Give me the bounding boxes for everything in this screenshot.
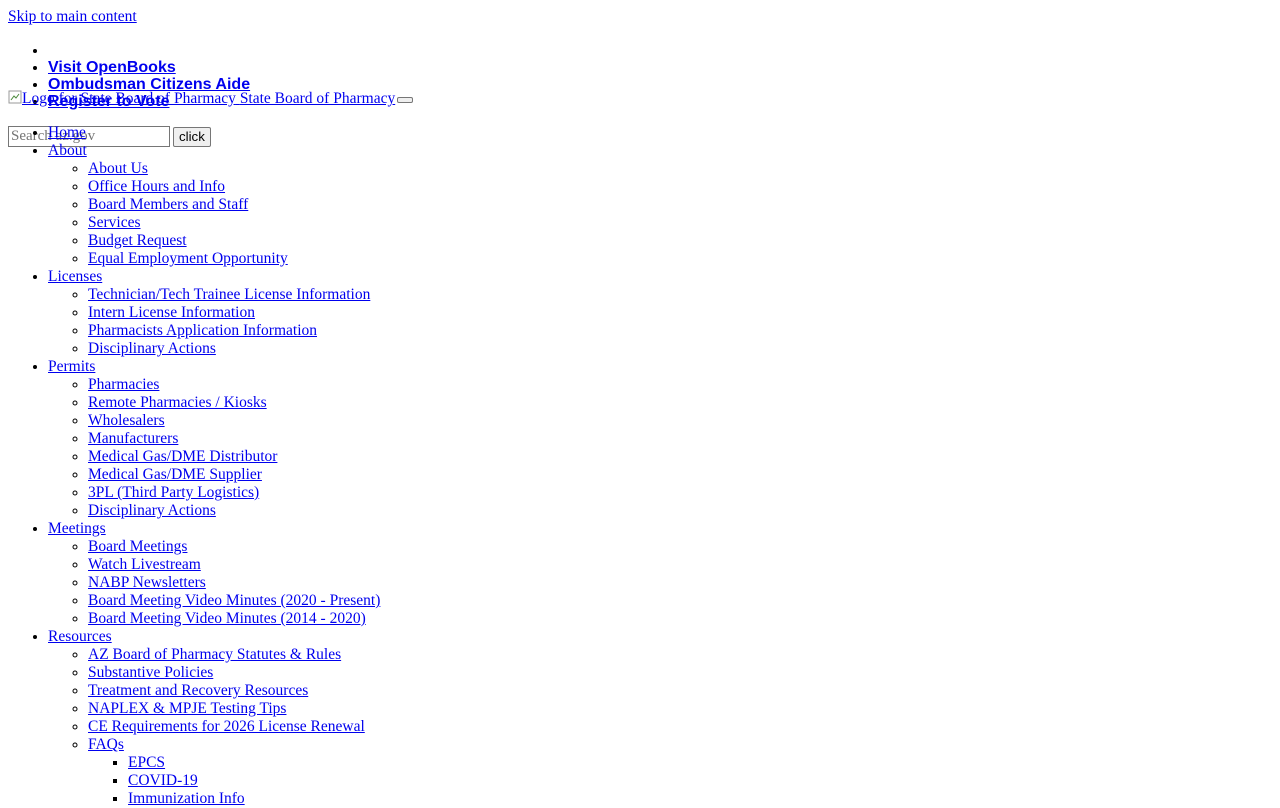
top-link-item: Visit OpenBooks <box>48 59 250 76</box>
submenu-item: AZ Board of Pharmacy Statutes & Rules <box>88 646 380 664</box>
submenu-item: Immunization Info <box>128 790 380 808</box>
site-header: Logo for State Board of Pharmacy State B… <box>8 90 414 108</box>
nav-item-resources: Resources AZ Board of Pharmacy Statutes … <box>48 628 380 808</box>
submenu-item: Services <box>88 214 380 232</box>
nav-link-treatment-recovery[interactable]: Treatment and Recovery Resources <box>88 682 308 699</box>
nav-item-permits: Permits Pharmacies Remote Pharmacies / K… <box>48 358 380 520</box>
nav-link-board-meetings[interactable]: Board Meetings <box>88 538 187 555</box>
nav-link-medgas-supplier[interactable]: Medical Gas/DME Supplier <box>88 466 262 483</box>
submenu-item: Pharmacists Application Information <box>88 322 380 340</box>
submenu-item: Disciplinary Actions <box>88 340 380 358</box>
meetings-submenu: Board Meetings Watch Livestream NABP New… <box>48 538 380 628</box>
nav-link-statutes-rules[interactable]: AZ Board of Pharmacy Statutes & Rules <box>88 646 341 663</box>
nav-item-licenses: Licenses Technician/Tech Trainee License… <box>48 268 380 358</box>
submenu-item: Substantive Policies <box>88 664 380 682</box>
nav-link-pharmacists-application[interactable]: Pharmacists Application Information <box>88 322 317 339</box>
nav-link-board-members[interactable]: Board Members and Staff <box>88 196 248 213</box>
submenu-item: Board Meeting Video Minutes (2020 - Pres… <box>88 592 380 610</box>
nav-link-permits-disciplinary[interactable]: Disciplinary Actions <box>88 502 216 519</box>
submenu-item: COVID-19 <box>128 772 380 790</box>
nav-link-manufacturers[interactable]: Manufacturers <box>88 430 178 447</box>
nav-link-ce-requirements[interactable]: CE Requirements for 2026 License Renewal <box>88 718 365 735</box>
submenu-item: Equal Employment Opportunity <box>88 250 380 268</box>
submenu-item: Intern License Information <box>88 304 380 322</box>
top-links-empty-item <box>48 42 250 59</box>
nav-item-meetings: Meetings Board Meetings Watch Livestream… <box>48 520 380 628</box>
submenu-item: FAQs EPCS COVID-19 Immunization Info <box>88 736 380 808</box>
nav-link-nabp-newsletters[interactable]: NABP Newsletters <box>88 574 206 591</box>
nav-link-licenses[interactable]: Licenses <box>48 268 102 285</box>
submenu-item: NAPLEX & MPJE Testing Tips <box>88 700 380 718</box>
nav-link-services[interactable]: Services <box>88 214 141 231</box>
nav-link-substantive-policies[interactable]: Substantive Policies <box>88 664 213 681</box>
nav-link-pharmacies[interactable]: Pharmacies <box>88 376 159 393</box>
permits-submenu: Pharmacies Remote Pharmacies / Kiosks Wh… <box>48 376 380 520</box>
licenses-submenu: Technician/Tech Trainee License Informat… <box>48 286 380 358</box>
nav-link-office-hours[interactable]: Office Hours and Info <box>88 178 225 195</box>
nav-link-3pl[interactable]: 3PL (Third Party Logistics) <box>88 484 259 501</box>
nav-link-home[interactable]: Home <box>48 124 86 141</box>
menu-toggle-button[interactable] <box>397 97 414 103</box>
skip-to-main-content-link[interactable]: Skip to main content <box>8 8 137 26</box>
main-nav: Home About About Us Office Hours and Inf… <box>48 124 380 808</box>
nav-link-licenses-disciplinary[interactable]: Disciplinary Actions <box>88 340 216 357</box>
submenu-item: Treatment and Recovery Resources <box>88 682 380 700</box>
nav-link-covid-19[interactable]: COVID-19 <box>128 772 198 789</box>
submenu-item: Remote Pharmacies / Kiosks <box>88 394 380 412</box>
submenu-item: Technician/Tech Trainee License Informat… <box>88 286 380 304</box>
site-name: State Board of Pharmacy <box>239 90 396 107</box>
submenu-item: Disciplinary Actions <box>88 502 380 520</box>
submenu-item: Board Meetings <box>88 538 380 556</box>
nav-link-permits[interactable]: Permits <box>48 358 95 375</box>
nav-link-about-us[interactable]: About Us <box>88 160 148 177</box>
about-submenu: About Us Office Hours and Info Board Mem… <box>48 160 380 268</box>
submenu-item: Medical Gas/DME Supplier <box>88 466 380 484</box>
submenu-item: 3PL (Third Party Logistics) <box>88 484 380 502</box>
nav-link-medgas-distributor[interactable]: Medical Gas/DME Distributor <box>88 448 277 465</box>
submenu-item: Medical Gas/DME Distributor <box>88 448 380 466</box>
nav-link-meetings[interactable]: Meetings <box>48 520 106 537</box>
submenu-item: Pharmacies <box>88 376 380 394</box>
nav-link-budget-request[interactable]: Budget Request <box>88 232 187 249</box>
broken-image-icon <box>8 90 22 104</box>
resources-submenu: AZ Board of Pharmacy Statutes & Rules Su… <box>48 646 380 808</box>
nav-link-naplex-mpje[interactable]: NAPLEX & MPJE Testing Tips <box>88 700 286 717</box>
submenu-item: NABP Newsletters <box>88 574 380 592</box>
nav-link-about[interactable]: About <box>48 142 87 159</box>
nav-link-video-minutes-2014[interactable]: Board Meeting Video Minutes (2014 - 2020… <box>88 610 366 627</box>
nav-link-immunization-info[interactable]: Immunization Info <box>128 790 245 807</box>
submenu-item: Office Hours and Info <box>88 178 380 196</box>
nav-link-equal-employment[interactable]: Equal Employment Opportunity <box>88 250 288 267</box>
nav-link-remote-pharmacies[interactable]: Remote Pharmacies / Kiosks <box>88 394 267 411</box>
submenu-item: CE Requirements for 2026 License Renewal <box>88 718 380 736</box>
visit-openbooks-link[interactable]: Visit OpenBooks <box>48 59 176 76</box>
site-logo-link[interactable]: Logo for State Board of Pharmacy State B… <box>8 90 395 107</box>
logo-alt-text: Logo for State Board of Pharmacy <box>22 90 236 107</box>
nav-link-intern-license[interactable]: Intern License Information <box>88 304 255 321</box>
submenu-item: Budget Request <box>88 232 380 250</box>
nav-link-watch-livestream[interactable]: Watch Livestream <box>88 556 201 573</box>
submenu-item: Board Members and Staff <box>88 196 380 214</box>
submenu-item: Watch Livestream <box>88 556 380 574</box>
nav-item-about: About About Us Office Hours and Info Boa… <box>48 142 380 268</box>
nav-link-technician-license[interactable]: Technician/Tech Trainee License Informat… <box>88 286 370 303</box>
nav-link-epcs[interactable]: EPCS <box>128 754 165 771</box>
submenu-item: Board Meeting Video Minutes (2014 - 2020… <box>88 610 380 628</box>
submenu-item: About Us <box>88 160 380 178</box>
submenu-item: Wholesalers <box>88 412 380 430</box>
nav-link-faqs[interactable]: FAQs <box>88 736 124 753</box>
nav-link-video-minutes-2020[interactable]: Board Meeting Video Minutes (2020 - Pres… <box>88 592 380 609</box>
submenu-item: EPCS <box>128 754 380 772</box>
submenu-item: Manufacturers <box>88 430 380 448</box>
nav-item-home: Home <box>48 124 380 142</box>
nav-link-wholesalers[interactable]: Wholesalers <box>88 412 165 429</box>
nav-link-resources[interactable]: Resources <box>48 628 112 645</box>
